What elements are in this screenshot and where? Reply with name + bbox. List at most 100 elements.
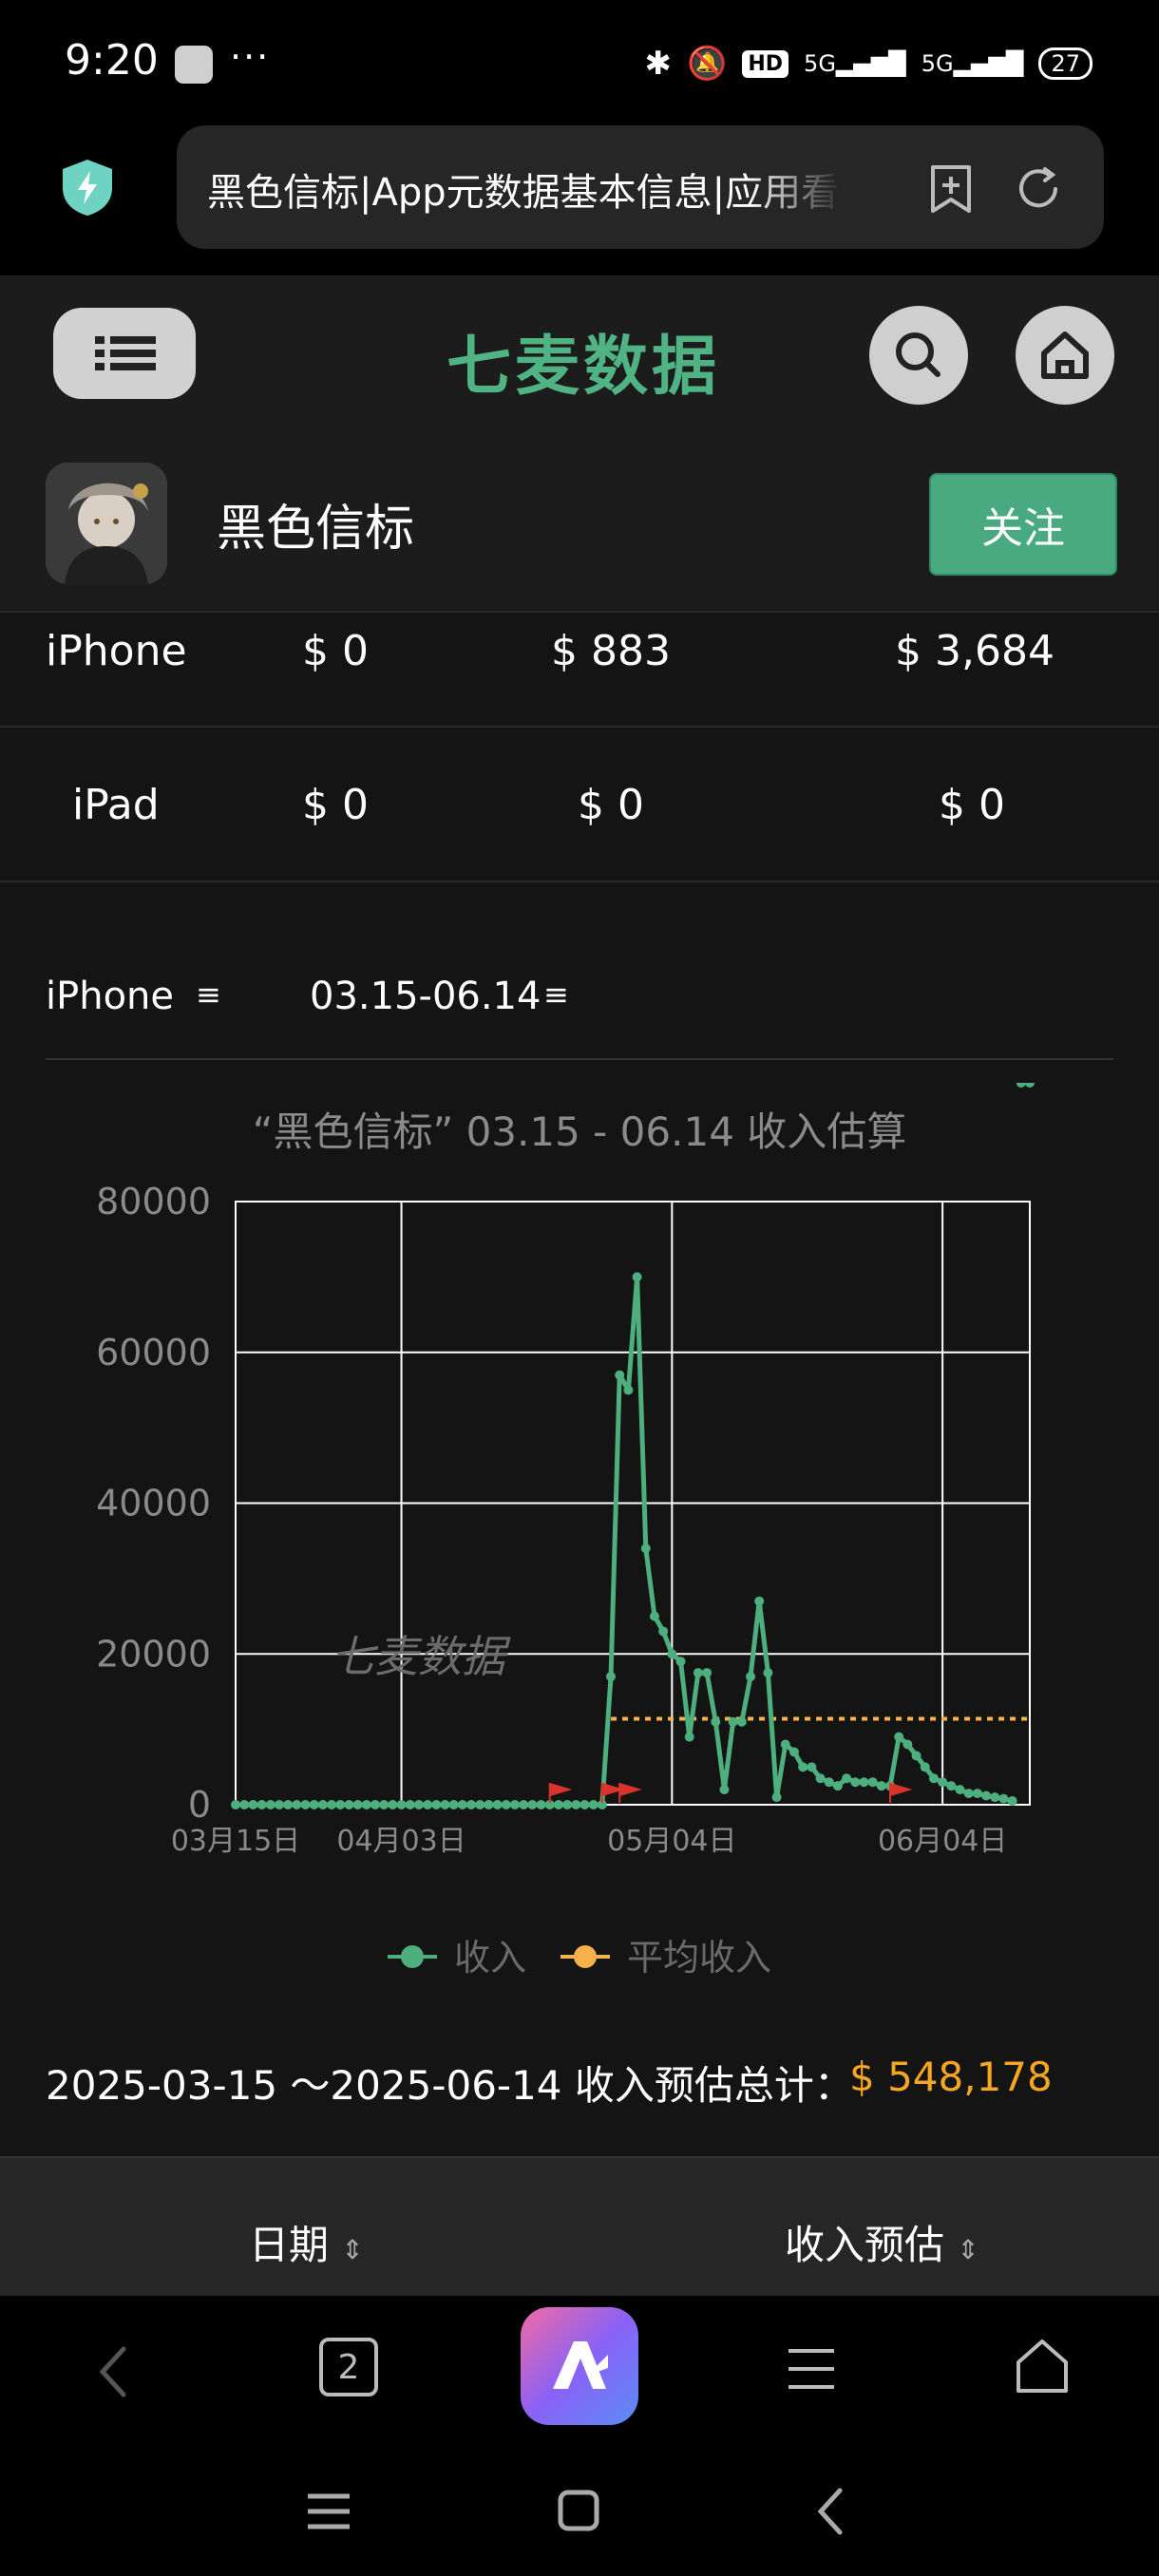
data-point	[475, 1800, 485, 1809]
data-point	[972, 1789, 982, 1799]
divider	[0, 726, 1159, 728]
data-point	[300, 1800, 311, 1809]
back-icon[interactable]	[95, 2343, 133, 2400]
data-point	[675, 1657, 686, 1667]
data-point	[867, 1777, 878, 1788]
data-point	[527, 1800, 538, 1809]
site-logo[interactable]: 七麦数据	[446, 313, 720, 407]
data-point	[405, 1800, 415, 1809]
list-icon[interactable]: ≡	[196, 976, 221, 1013]
data-point	[431, 1800, 442, 1809]
row-value: $ 0	[578, 781, 644, 829]
data-point	[938, 1777, 948, 1788]
column-date-header[interactable]: 日期 ⇕	[249, 2213, 364, 2271]
divider	[0, 611, 1159, 613]
data-point	[248, 1800, 258, 1809]
x-tick-label: 05月04日	[607, 1825, 736, 1858]
sort-icon[interactable]: ⇕	[341, 2234, 363, 2265]
signal-5g-icon: 5G▂▄▆█	[804, 50, 906, 77]
browser-bottom-bar: 2	[0, 2296, 1159, 2443]
total-value: $ 548,178	[849, 2054, 1053, 2100]
data-point	[379, 1800, 390, 1809]
data-point	[736, 1716, 747, 1727]
search-button[interactable]	[869, 306, 968, 405]
revenue-line	[236, 1274, 1014, 1808]
url-text[interactable]: 黑色信标|App元数据基本信息|应用看	[207, 161, 844, 217]
list-menu-icon	[95, 336, 156, 370]
data-point	[832, 1781, 843, 1791]
shield-lightning-icon[interactable]	[59, 158, 116, 217]
menu-lines-icon[interactable]	[785, 2343, 838, 2395]
data-point	[763, 1668, 773, 1678]
data-point	[876, 1781, 886, 1791]
data-point	[388, 1800, 398, 1809]
y-tick-label: 80000	[96, 1181, 211, 1222]
data-point	[911, 1751, 922, 1761]
data-point	[815, 1773, 826, 1784]
total-label: 2025-03-15 ～2025-06-14 收入预估总计：	[46, 2062, 854, 2109]
data-point	[265, 1800, 276, 1809]
data-point	[274, 1800, 284, 1809]
data-point	[562, 1800, 573, 1809]
bookmark-add-icon[interactable]	[927, 163, 975, 215]
system-nav-bar	[0, 2443, 1159, 2576]
row-value: $ 0	[939, 781, 1005, 829]
legend-average-label: 平均收入	[627, 1937, 771, 1979]
table-header	[0, 2156, 1159, 2298]
data-point	[788, 1747, 799, 1757]
data-point	[361, 1800, 371, 1809]
home-square-icon[interactable]	[557, 2489, 600, 2532]
data-point	[859, 1777, 869, 1788]
reload-icon[interactable]	[1013, 163, 1064, 215]
data-point	[1025, 1083, 1035, 1088]
data-point	[728, 1716, 738, 1727]
hd-badge: HD	[742, 49, 789, 78]
follow-button[interactable]: 关注	[929, 473, 1117, 576]
data-point	[457, 1800, 467, 1809]
x-tick-label: 03月15日	[171, 1825, 300, 1858]
home-outline-icon[interactable]	[1013, 2336, 1072, 2396]
chart-watermark: 七麦数据	[331, 1631, 511, 1682]
system-back-icon[interactable]	[813, 2485, 847, 2538]
app-icon	[46, 463, 167, 584]
data-point	[292, 1800, 302, 1809]
data-point	[606, 1672, 617, 1682]
sort-icon[interactable]: ⇕	[957, 2234, 978, 2265]
data-point	[623, 1385, 634, 1395]
data-point	[1016, 1083, 1026, 1088]
data-point	[702, 1668, 712, 1678]
data-point	[807, 1762, 817, 1772]
legend-average-marker	[574, 1945, 597, 1968]
data-point	[632, 1272, 642, 1282]
row-device: iPad	[72, 781, 160, 829]
menu-button[interactable]	[53, 308, 196, 399]
list-icon[interactable]: ≡	[543, 976, 569, 1013]
data-point	[902, 1739, 913, 1750]
data-point	[990, 1792, 1000, 1803]
row-value: $ 3,684	[895, 627, 1054, 675]
notification-app-icon	[175, 46, 213, 84]
assistant-button[interactable]	[521, 2307, 638, 2425]
data-point	[894, 1732, 904, 1742]
revenue-series	[231, 1083, 1035, 1809]
data-point	[440, 1800, 450, 1809]
data-point	[309, 1800, 319, 1809]
data-point	[1007, 1796, 1017, 1807]
data-point	[920, 1762, 930, 1772]
divider	[46, 1058, 1113, 1060]
data-point	[580, 1800, 590, 1809]
data-point	[509, 1800, 520, 1809]
home-button[interactable]	[1016, 306, 1114, 405]
data-point	[239, 1800, 250, 1809]
date-range-select[interactable]: 03.15-06.14	[310, 975, 541, 1018]
x-tick-label: 04月03日	[336, 1825, 466, 1858]
tabs-button[interactable]: 2	[319, 2338, 378, 2396]
recents-icon[interactable]	[306, 2491, 352, 2532]
column-revenue-header[interactable]: 收入预估 ⇕	[785, 2213, 979, 2271]
assistant-logo-icon	[553, 2341, 608, 2389]
device-select[interactable]: iPhone	[46, 975, 174, 1018]
data-point	[352, 1800, 363, 1809]
data-point	[484, 1800, 494, 1809]
data-point	[519, 1800, 529, 1809]
mute-bell-icon: 🔕	[687, 45, 728, 83]
